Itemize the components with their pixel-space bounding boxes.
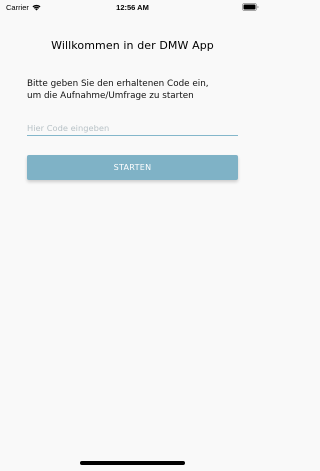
battery-icon (242, 3, 259, 11)
page-title: Willkommen in der DMW App (51, 39, 214, 52)
start-button[interactable]: STARTEN (27, 155, 238, 180)
status-bar: Carrier 12:56 AM (0, 0, 265, 14)
instruction-text: Bitte geben Sie den erhaltenen Code ein,… (27, 79, 209, 101)
home-indicator (80, 461, 185, 465)
code-input[interactable] (27, 121, 238, 136)
status-right (242, 3, 259, 11)
status-time: 12:56 AM (116, 3, 149, 12)
